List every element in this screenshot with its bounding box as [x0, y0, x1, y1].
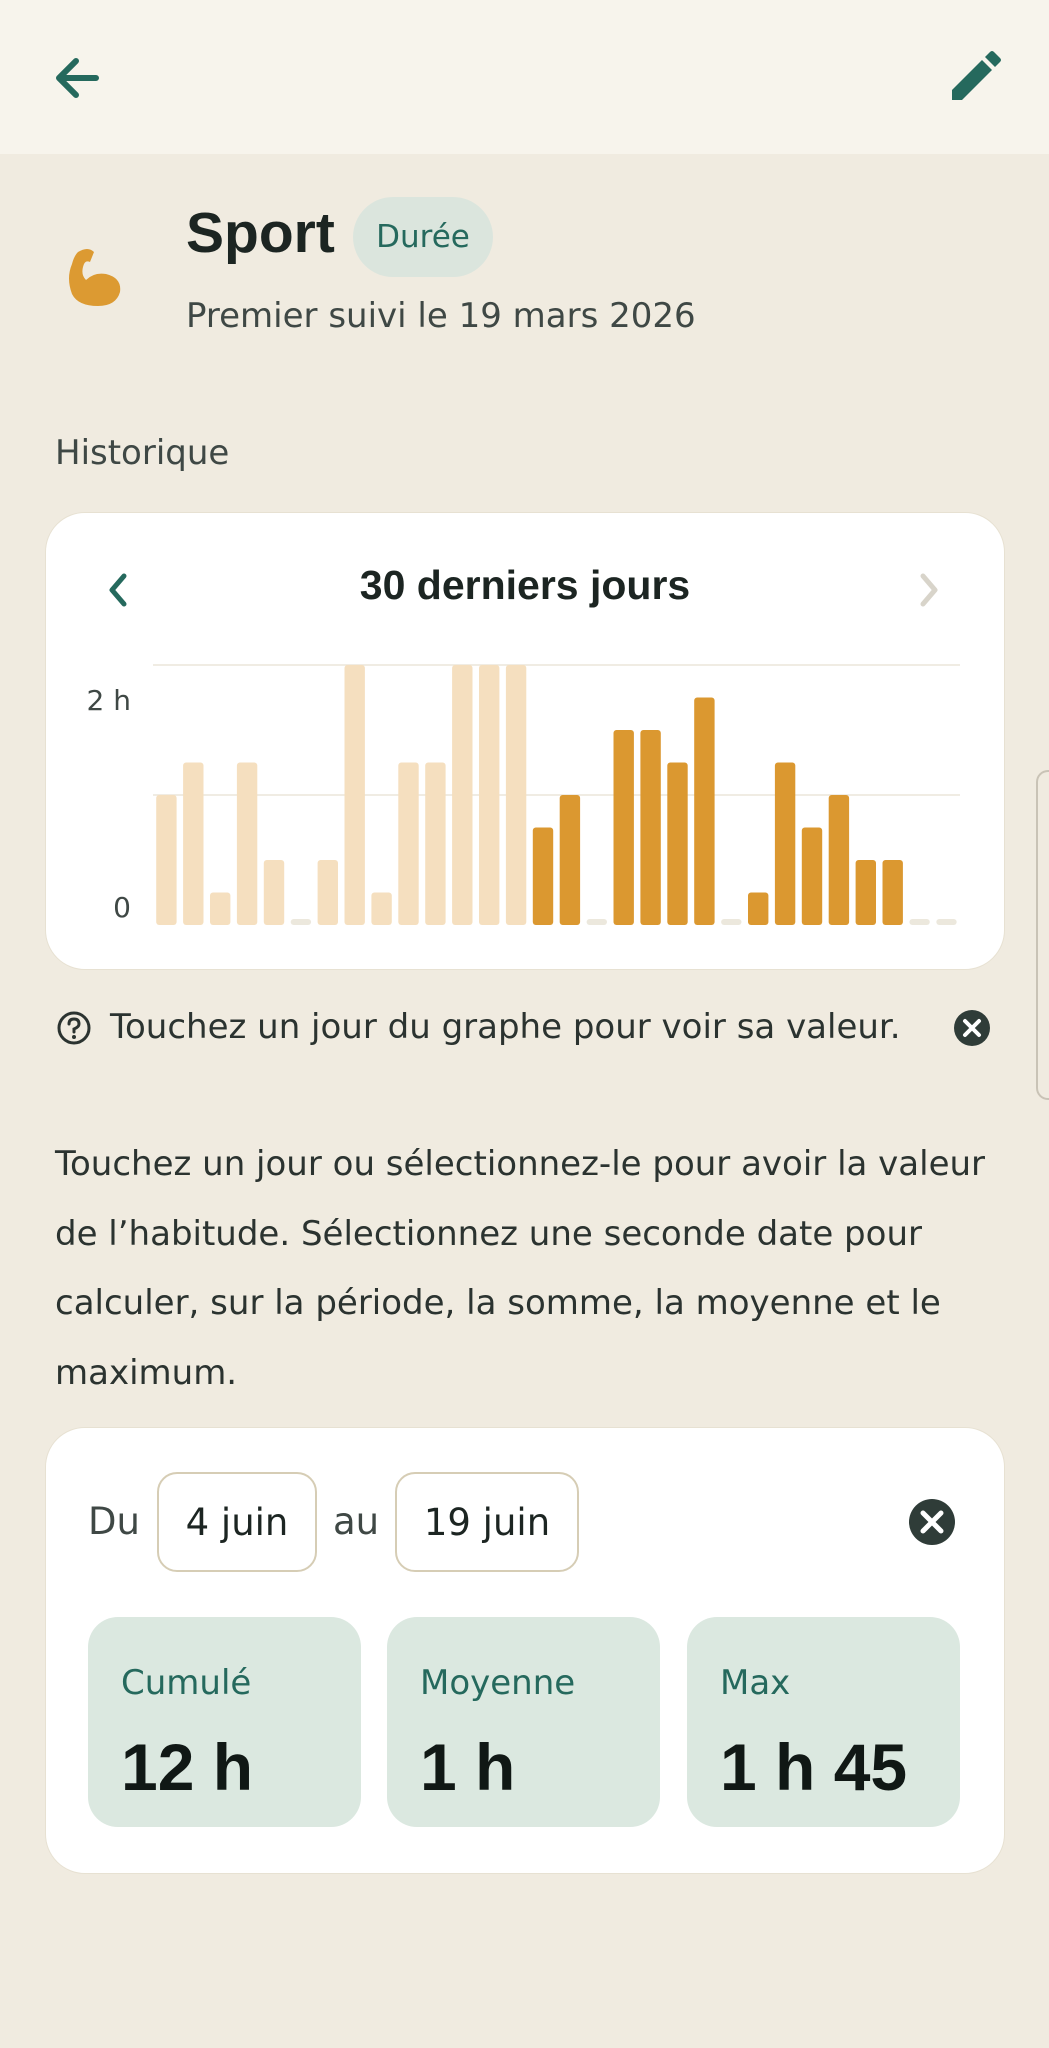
stat-total: Cumulé 12 h: [88, 1617, 361, 1827]
chart-bar[interactable]: [640, 730, 661, 925]
stat-average-value: 1 h: [420, 1730, 516, 1804]
chart-bar[interactable]: [748, 892, 769, 926]
chart-bar[interactable]: [559, 795, 581, 925]
close-circle-icon[interactable]: [953, 1009, 991, 1047]
help-circle-icon: [56, 1010, 92, 1046]
chart-bar[interactable]: [694, 697, 715, 926]
chart-bar[interactable]: [613, 730, 634, 925]
stat-max-value: 1 h 45: [720, 1730, 908, 1804]
stat-average-label: Moyenne: [420, 1663, 576, 1703]
habit-type-chip: Durée: [353, 197, 493, 277]
app-bar: [0, 0, 1049, 154]
chart-bar[interactable]: [532, 827, 554, 926]
chart-bar[interactable]: [586, 919, 607, 925]
chart-bar[interactable]: [855, 860, 876, 925]
range-to-date[interactable]: 19 juin: [395, 1472, 579, 1572]
range-from-label: Du: [88, 1500, 140, 1543]
range-to-date-text: 19 juin: [423, 1500, 551, 1544]
chart-bar[interactable]: [263, 860, 285, 925]
stat-total-value: 12 h: [121, 1730, 254, 1804]
stat-average: Moyenne 1 h: [387, 1617, 660, 1827]
chart-bar[interactable]: [290, 919, 312, 925]
range-from-date-text: 4 juin: [185, 1500, 289, 1544]
chevron-right-icon[interactable]: [915, 570, 945, 610]
habit-type-label: Durée: [376, 219, 470, 255]
chart-bar[interactable]: [667, 762, 688, 926]
chart-bar[interactable]: [505, 665, 527, 925]
chart-bar[interactable]: [774, 762, 796, 926]
chart-bar[interactable]: [317, 860, 338, 925]
chart-bar[interactable]: [721, 919, 742, 925]
habit-title: Sport: [186, 201, 335, 265]
chart-bar[interactable]: [909, 919, 930, 925]
scrollbar-handle[interactable]: [1036, 770, 1049, 1100]
description-text: Touchez un jour ou sélectionnez-le pour …: [55, 1144, 986, 1393]
chart-bar[interactable]: [801, 827, 823, 926]
history-bar-chart[interactable]: 0 2 h: [45, 640, 1005, 940]
stat-total-label: Cumulé: [121, 1663, 252, 1703]
close-circle-icon[interactable]: [908, 1498, 956, 1546]
arrow-left-icon[interactable]: [48, 48, 108, 108]
chart-bar[interactable]: [452, 665, 473, 925]
chart-bar[interactable]: [183, 762, 204, 926]
y-tick-label: 2 h: [87, 684, 131, 717]
chart-bar[interactable]: [936, 919, 957, 925]
chart-bar[interactable]: [398, 762, 419, 926]
chart-period-title: 30 derniers jours: [359, 562, 691, 608]
flexed-biceps-icon: [64, 244, 130, 310]
chart-bar[interactable]: [828, 795, 850, 925]
habit-since: Premier suivi le 19 mars 2026: [186, 296, 696, 336]
stat-max: Max 1 h 45: [687, 1617, 960, 1827]
chart-bar[interactable]: [210, 892, 231, 926]
y-tick-label: 0: [113, 891, 131, 924]
chart-bar[interactable]: [425, 762, 446, 926]
section-label-history: Historique: [55, 433, 230, 473]
range-from-date[interactable]: 4 juin: [157, 1472, 317, 1572]
chart-bar[interactable]: [371, 892, 392, 926]
chart-bar[interactable]: [882, 860, 903, 925]
chart-bar[interactable]: [156, 795, 177, 925]
stat-max-label: Max: [720, 1663, 791, 1703]
chart-bar[interactable]: [344, 665, 365, 925]
pencil-icon[interactable]: [944, 48, 1004, 108]
chart-bar[interactable]: [479, 665, 500, 925]
range-to-label: au: [333, 1500, 380, 1543]
chevron-left-icon[interactable]: [102, 570, 132, 610]
chart-bar[interactable]: [236, 762, 258, 926]
hint-text: Touchez un jour du graphe pour voir sa v…: [110, 1007, 901, 1047]
